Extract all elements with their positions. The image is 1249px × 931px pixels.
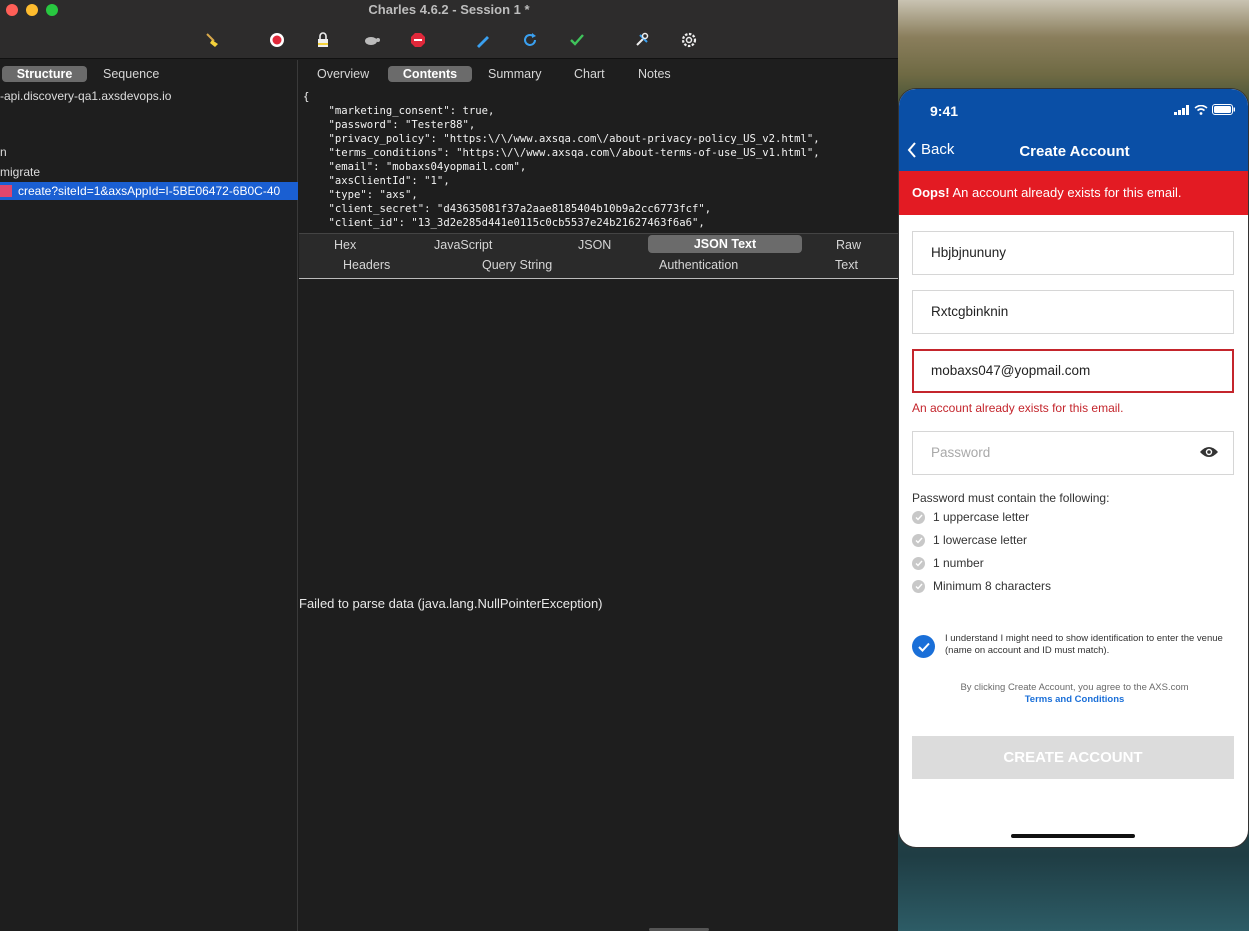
password-placeholder: Password (931, 445, 991, 460)
terms-prefix: By clicking Create Account, you agree to… (960, 682, 1189, 693)
charles-titlebar: Charles 4.6.2 - Session 1 * (0, 0, 898, 59)
rule-check-icon (912, 579, 925, 593)
tree-host-item[interactable]: -api.discovery-qa1.axsdevops.io (0, 89, 171, 103)
tab-text[interactable]: Text (835, 258, 858, 272)
tree-item[interactable]: n (0, 145, 7, 159)
screen-title: Create Account (1019, 143, 1130, 160)
banner-bold: Oops! (912, 185, 950, 200)
rule-check-icon (912, 556, 925, 570)
window-title: Charles 4.6.2 - Session 1 * (368, 2, 530, 17)
tab-summary[interactable]: Summary (478, 66, 551, 82)
password-field[interactable]: Password (912, 431, 1234, 475)
password-rule: Minimum 8 characters (912, 579, 1051, 593)
battery-icon (1212, 104, 1235, 115)
password-rule: 1 uppercase letter (912, 510, 1029, 524)
tab-sequence[interactable]: Sequence (93, 66, 169, 82)
checkmark-icon (917, 642, 930, 652)
throttle-turtle-icon[interactable] (361, 30, 381, 50)
breakpoint-stop-icon[interactable] (408, 30, 428, 50)
tab-json[interactable]: JSON (578, 238, 611, 252)
tab-javascript[interactable]: JavaScript (434, 238, 492, 252)
tab-notes[interactable]: Notes (628, 66, 681, 82)
tab-authentication[interactable]: Authentication (659, 258, 738, 272)
detail-pane: Overview Contents Summary Chart Notes { … (299, 60, 898, 931)
last-name-field[interactable]: Rxtcgbinknin (912, 290, 1234, 334)
app-header: 9:41 Back Create Account (899, 89, 1248, 171)
rule-check-icon (912, 533, 925, 547)
wifi-icon (1194, 104, 1208, 115)
consent-text: I understand I might need to show identi… (945, 633, 1223, 656)
tree-item-migrate[interactable]: migrate (0, 165, 40, 179)
tab-chart[interactable]: Chart (564, 66, 615, 82)
show-password-eye-icon[interactable] (1199, 445, 1219, 459)
error-banner: Oops! An account already exists for this… (899, 171, 1248, 215)
status-time: 9:41 (930, 103, 959, 119)
ssl-lock-icon[interactable] (313, 30, 333, 50)
tab-json-text[interactable]: JSON Text (648, 235, 802, 253)
rule-label: 1 uppercase letter (933, 510, 1030, 524)
tab-overview[interactable]: Overview (307, 66, 379, 82)
format-tabs: Hex JavaScript JSON JSON Text Raw Header… (299, 233, 898, 279)
request-type-icon (0, 185, 12, 197)
tree-item-selected[interactable]: create?siteId=1&axsAppId=I-5BE06472-6B0C… (0, 182, 298, 200)
view-mode-tabs: Structure Sequence (0, 60, 297, 86)
cellular-signal-icon (1174, 104, 1189, 115)
password-rule: 1 number (912, 556, 984, 570)
first-name-field[interactable]: Hbjbjnununy (912, 231, 1234, 275)
settings-gear-icon[interactable] (679, 30, 699, 50)
parse-error-message: Failed to parse data (java.lang.NullPoin… (299, 596, 603, 611)
password-rules-title: Password must contain the following: (912, 491, 1110, 505)
charles-window: Charles 4.6.2 - Session 1 * Structure Se… (0, 0, 898, 931)
tab-structure[interactable]: Structure (2, 66, 87, 82)
request-body-json[interactable]: { "marketing_consent": true, "password":… (303, 90, 898, 232)
record-icon[interactable] (267, 30, 287, 50)
tab-raw[interactable]: Raw (836, 238, 861, 252)
terms-notice: By clicking Create Account, you agree to… (899, 682, 1248, 706)
consent-checkbox[interactable] (912, 635, 935, 658)
email-field[interactable]: mobaxs047@yopmail.com (912, 349, 1234, 393)
create-account-button[interactable]: CREATE ACCOUNT (912, 736, 1234, 779)
email-error-message: An account already exists for this email… (912, 401, 1124, 415)
compose-pen-icon[interactable] (473, 30, 493, 50)
rule-label: 1 number (933, 556, 984, 570)
structure-pane: Structure Sequence -api.discovery-qa1.ax… (0, 60, 298, 931)
broom-icon[interactable] (202, 30, 222, 50)
rule-check-icon (912, 510, 925, 524)
status-icons (1174, 104, 1236, 115)
validate-check-icon[interactable] (567, 30, 587, 50)
selected-request-label: create?siteId=1&axsAppId=I-5BE06472-6B0C… (18, 184, 281, 198)
home-indicator[interactable] (1011, 834, 1135, 838)
tab-headers[interactable]: Headers (343, 258, 390, 272)
terms-link[interactable]: Terms and Conditions (899, 694, 1248, 706)
rule-label: Minimum 8 characters (933, 579, 1052, 593)
phone-simulator: 9:41 Back Create Account Oops! An accoun… (898, 88, 1249, 848)
banner-text: An account already exists for this email… (949, 185, 1182, 200)
id-consent-row: I understand I might need to show identi… (912, 633, 1234, 658)
password-rule: 1 lowercase letter (912, 533, 1027, 547)
rule-label: 1 lowercase letter (933, 533, 1028, 547)
tab-contents[interactable]: Contents (388, 66, 472, 82)
tools-icon[interactable] (632, 30, 652, 50)
tab-hex[interactable]: Hex (334, 238, 356, 252)
repeat-icon[interactable] (520, 30, 540, 50)
detail-tabs: Overview Contents Summary Chart Notes (299, 60, 898, 86)
tab-query-string[interactable]: Query String (482, 258, 552, 272)
